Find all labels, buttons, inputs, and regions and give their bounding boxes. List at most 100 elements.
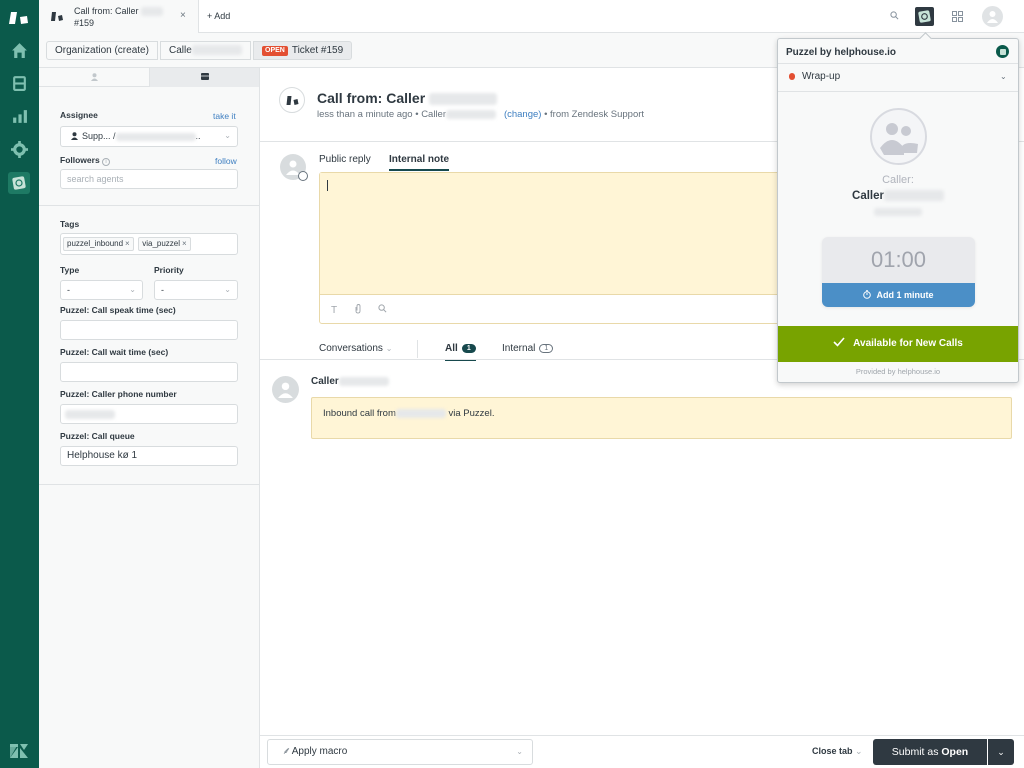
status-badge: OPEN xyxy=(262,46,288,56)
sidebar-tabs xyxy=(39,68,259,87)
message-author[interactable]: Caller xyxy=(311,376,389,387)
conversations-filter[interactable]: Conversations ⌄ xyxy=(319,343,392,354)
puzzel-app-panel: Puzzel by helphouse.io Wrap-up ⌄ Caller:… xyxy=(777,32,1019,383)
internal-note-textarea[interactable] xyxy=(320,173,788,295)
sidebar-tab-ticket[interactable] xyxy=(149,68,259,87)
comment-editor[interactable]: T xyxy=(319,172,789,324)
ticket-footer: ⸙ Apply macro ⌄ Close tab ⌄ Submit as Op… xyxy=(260,735,1024,768)
info-icon: i xyxy=(102,158,111,166)
conversation-tab-internal[interactable]: Internal 1 xyxy=(502,343,554,354)
apps-grid-icon[interactable] xyxy=(952,11,963,22)
search-icon[interactable] xyxy=(890,11,899,20)
speak-time-input[interactable] xyxy=(60,320,238,340)
type-label: Type xyxy=(60,265,80,275)
views-icon[interactable] xyxy=(11,75,28,92)
caller-number xyxy=(874,208,922,216)
group-users-icon xyxy=(880,123,918,155)
editor-toolbar: T xyxy=(331,304,387,316)
count-badge: 1 xyxy=(539,344,554,353)
take-it-link[interactable]: take it xyxy=(213,111,236,121)
call-queue-label: Puzzel: Call queue xyxy=(60,431,135,441)
tab-internal-note[interactable]: Internal note xyxy=(389,154,450,171)
tab-public-reply[interactable]: Public reply xyxy=(319,154,371,165)
phone-number-label: Puzzel: Caller phone number xyxy=(60,389,177,399)
admin-gear-icon[interactable] xyxy=(11,141,28,158)
priority-select[interactable]: - ⌄ xyxy=(154,280,238,300)
divider xyxy=(778,63,1018,64)
breadcrumb-ticket[interactable]: OPEN Ticket #159 xyxy=(253,41,353,60)
user-silhouette-icon xyxy=(987,11,998,23)
follow-link[interactable]: follow xyxy=(215,156,237,166)
chevron-down-icon: ⌄ xyxy=(224,285,231,294)
tags-label: Tags xyxy=(60,219,80,229)
provided-by-text: Provided by helphouse.io xyxy=(855,367,941,376)
phone-number-input[interactable] xyxy=(60,404,238,424)
caller-name: Caller xyxy=(778,190,1018,202)
ticket-properties-sidebar: Assignee take it Supp... /.. ⌄ Followers… xyxy=(39,68,260,768)
followers-search-input[interactable]: search agents xyxy=(60,169,238,189)
puzzel-app-icon xyxy=(918,10,931,23)
ticket-channel-icon xyxy=(51,12,63,21)
checkmark-icon xyxy=(833,337,845,347)
ticket-title[interactable]: Call from: Caller xyxy=(317,90,498,106)
zendesk-products-icon[interactable] xyxy=(10,744,28,758)
macro-icon: ⸙ xyxy=(282,746,290,757)
count-badge: 1 xyxy=(461,344,476,353)
user-icon xyxy=(90,73,98,81)
reporting-icon[interactable] xyxy=(11,108,28,125)
home-icon[interactable] xyxy=(11,42,28,59)
text-format-icon[interactable]: T xyxy=(331,305,337,316)
chevron-down-icon: ⌄ xyxy=(385,344,393,353)
attachment-icon[interactable] xyxy=(354,304,362,314)
left-nav xyxy=(0,0,39,768)
type-select[interactable]: - ⌄ xyxy=(60,280,143,300)
top-bar: Call from: Caller #159 × + Add xyxy=(39,0,1024,33)
ticket-tab[interactable]: Call from: Caller #159 × xyxy=(39,0,199,33)
breadcrumb-organization[interactable]: Organization (create) xyxy=(46,41,158,60)
user-avatar-icon[interactable] xyxy=(982,6,1003,27)
remove-tag-icon[interactable]: × xyxy=(182,239,187,248)
timer-value: 01:00 xyxy=(870,247,927,272)
status-dot-icon xyxy=(789,73,795,80)
chevron-down-icon: ⌄ xyxy=(129,285,136,294)
wait-time-label: Puzzel: Call wait time (sec) xyxy=(60,347,169,357)
speak-time-label: Puzzel: Call speak time (sec) xyxy=(60,305,176,315)
search-icon[interactable] xyxy=(377,304,387,313)
puzzel-app-nav-item[interactable] xyxy=(8,172,30,194)
agent-avatar xyxy=(280,154,308,181)
app-title: Puzzel by helphouse.io xyxy=(786,47,897,58)
zendesk-logo-icon[interactable] xyxy=(9,10,29,26)
add-minute-button[interactable]: Add 1 minute xyxy=(822,283,975,307)
tags-input[interactable]: puzzel_inbound × via_puzzel × xyxy=(60,233,238,255)
caller-avatar xyxy=(870,108,927,165)
chevron-down-icon: ⌄ xyxy=(224,131,231,140)
tag-chip: puzzel_inbound × xyxy=(63,237,134,251)
submit-button[interactable]: Submit as Open xyxy=(873,739,987,765)
ticket-meta: less than a minute ago • Caller (change)… xyxy=(317,109,645,120)
submit-options-button[interactable]: ⌄ xyxy=(988,739,1014,765)
puzzel-app-button[interactable] xyxy=(915,7,934,26)
assignee-select[interactable]: Supp... /.. ⌄ xyxy=(60,126,238,147)
close-tab-icon[interactable]: × xyxy=(180,10,186,21)
apply-macro-select[interactable]: ⸙ Apply macro ⌄ xyxy=(267,739,533,765)
available-for-new-calls-button[interactable]: Available for New Calls xyxy=(778,326,1018,362)
sidebar-tab-user[interactable] xyxy=(39,68,149,87)
close-tab-select[interactable]: Close tab ⌄ xyxy=(812,746,863,757)
remove-tag-icon[interactable]: × xyxy=(125,239,130,248)
divider xyxy=(778,91,1018,92)
add-tab-button[interactable]: + Add xyxy=(207,11,230,21)
change-requester-link[interactable]: (change) xyxy=(504,109,542,120)
message-body: Inbound call from via Puzzel. xyxy=(311,397,1012,439)
chevron-down-icon: ⌄ xyxy=(855,746,863,756)
agent-status-select[interactable]: Wrap-up xyxy=(789,71,840,82)
wait-time-input[interactable] xyxy=(60,362,238,382)
divider xyxy=(39,205,259,206)
breadcrumb-requester[interactable]: Calle xyxy=(160,41,251,60)
ticket-fields-icon xyxy=(200,73,209,80)
user-icon xyxy=(71,132,78,140)
chevron-down-icon[interactable]: ⌄ xyxy=(1000,72,1007,81)
chevron-down-icon: ⌄ xyxy=(997,747,1005,757)
call-queue-input[interactable]: Helphouse kø 1 xyxy=(60,446,238,466)
puzzel-app-icon xyxy=(12,176,26,190)
chevron-down-icon: ⌄ xyxy=(516,747,523,756)
